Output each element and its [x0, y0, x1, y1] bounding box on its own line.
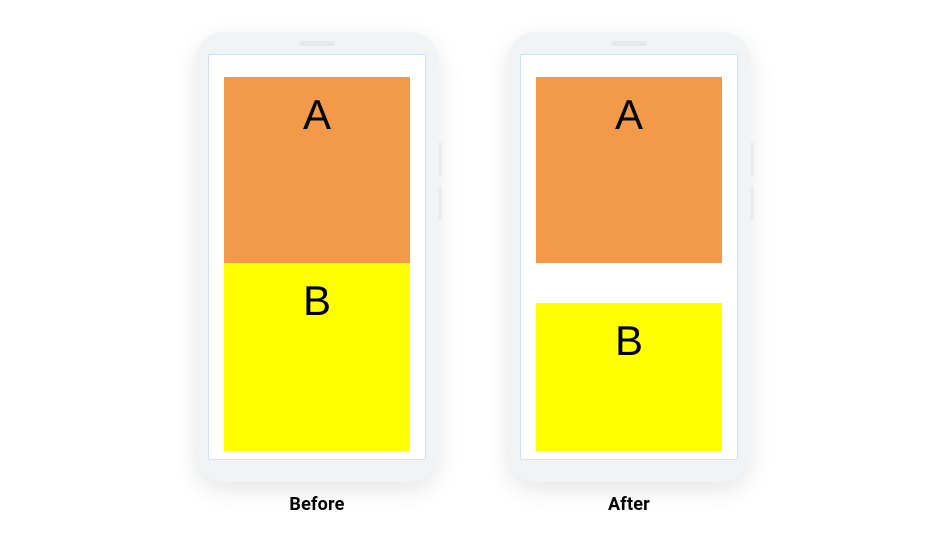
block-b-label: B: [303, 277, 331, 451]
block-a-label: A: [303, 91, 331, 263]
phone-mockup-after: A B: [508, 32, 750, 482]
phone-caption-after: After: [608, 494, 650, 515]
phone-speaker: [299, 41, 335, 46]
layout-viewport: A B: [536, 77, 722, 451]
phone-column-after: A B After: [508, 32, 750, 515]
block-a: A: [224, 77, 410, 263]
phone-speaker: [611, 41, 647, 46]
phone-side-button: [438, 142, 442, 176]
phone-side-button: [750, 142, 754, 176]
block-b: B: [224, 263, 410, 451]
block-a-label: A: [615, 91, 643, 263]
block-a: A: [536, 77, 722, 263]
block-b: B: [536, 303, 722, 451]
phone-mockup-before: A B: [196, 32, 438, 482]
diagram-stage: A B Before A B: [0, 0, 946, 533]
phone-caption-before: Before: [289, 494, 344, 515]
block-b-label: B: [615, 317, 643, 451]
phone-screen: A B: [520, 54, 738, 460]
phone-column-before: A B Before: [196, 32, 438, 515]
phone-side-button: [438, 186, 442, 220]
phone-side-button: [750, 186, 754, 220]
layout-viewport: A B: [224, 77, 410, 451]
phone-screen: A B: [208, 54, 426, 460]
